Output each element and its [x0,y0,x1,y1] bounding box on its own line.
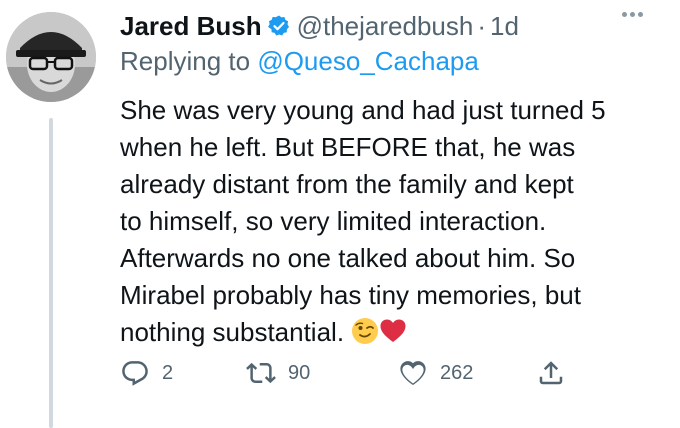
thread-connector-line [49,118,53,428]
separator-dot: · [477,10,487,41]
share-icon [536,358,566,388]
reply-count: 2 [162,361,174,384]
replying-to-mention[interactable]: @Queso_Cachapa [257,46,479,76]
tweet-body: She was very young and had just turned 5… [120,95,606,347]
tweet-actions-bar: 2 90 262 [120,355,580,391]
replying-to-line: Replying to @Queso_Cachapa [120,46,479,77]
retweet-icon [246,358,276,388]
display-name[interactable]: Jared Bush [120,11,262,42]
timestamp[interactable]: 1d [490,11,519,42]
share-button[interactable] [536,355,566,391]
avatar[interactable] [6,12,96,102]
reply-icon [120,358,150,388]
red-heart-emoji-icon [379,317,407,345]
user-handle[interactable]: @thejaredbush [297,11,474,42]
winking-face-emoji-icon [351,317,379,345]
like-icon [398,358,428,388]
retweet-count: 90 [288,361,311,384]
tweet-header: Jared Bush @thejaredbush · 1d [120,8,519,44]
like-count: 262 [440,361,474,384]
retweet-button[interactable]: 90 [246,355,310,391]
replying-to-label: Replying to [120,46,251,76]
like-button[interactable]: 262 [398,355,473,391]
tweet-text: She was very young and had just turned 5… [120,92,660,351]
more-options-icon[interactable] [622,12,643,17]
verified-badge-icon [267,14,291,38]
reply-button[interactable]: 2 [120,355,173,391]
